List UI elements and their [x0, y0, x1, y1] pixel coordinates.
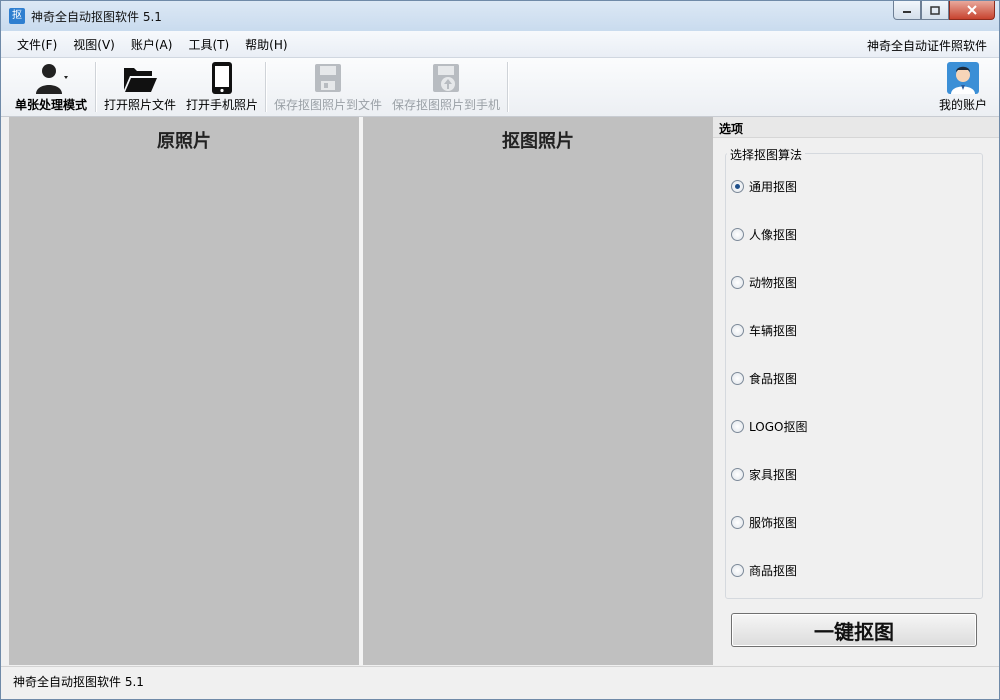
open-phone-photo-button[interactable]: 打开手机照片 — [183, 58, 261, 116]
radio-label: 通用抠图 — [749, 179, 798, 194]
radio-label: 动物抠图 — [749, 275, 798, 290]
toolbar-separator — [507, 62, 509, 112]
radio-logo[interactable]: LOGO抠图 — [731, 417, 807, 435]
maximize-icon — [930, 5, 940, 15]
app-icon: 抠 — [9, 8, 25, 24]
radio-label: 家具抠图 — [749, 467, 798, 482]
radio-general[interactable]: 通用抠图 — [731, 177, 797, 195]
toolbar: 单张处理模式 打开照片文件 打开手机照片 保存抠图照片到文件 保存抠图照片到手机… — [1, 58, 999, 117]
radio-button[interactable] — [731, 419, 744, 433]
save-upload-icon — [433, 64, 459, 92]
radio-label: 人像抠图 — [749, 227, 798, 242]
title-bar[interactable]: 抠 神奇全自动抠图软件 5.1 — [1, 1, 999, 31]
open-photo-file-button[interactable]: 打开照片文件 — [101, 58, 179, 116]
cutout-photo-panel[interactable]: 抠图照片 — [363, 117, 713, 665]
algorithm-group-title: 选择抠图算法 — [727, 146, 806, 163]
app-window: 抠 神奇全自动抠图软件 5.1 文件(F) 视图(V) 账户(A) 工具(T) … — [0, 0, 1000, 700]
cutout-photo-title: 抠图照片 — [502, 131, 574, 152]
radio-animal[interactable]: 动物抠图 — [731, 273, 797, 291]
radio-button[interactable] — [731, 563, 744, 577]
close-icon — [967, 5, 977, 15]
phone-icon — [212, 62, 232, 94]
radio-label: 服饰抠图 — [749, 515, 798, 530]
radio-clothing[interactable]: 服饰抠图 — [731, 513, 797, 531]
status-bar: 神奇全自动抠图软件 5.1 — [1, 666, 999, 699]
single-mode-label: 单张处理模式 — [14, 98, 87, 112]
options-header-label: 选项 — [719, 122, 744, 136]
maximize-button[interactable] — [921, 1, 949, 20]
radio-furniture[interactable]: 家具抠图 — [731, 465, 797, 483]
avatar-icon — [947, 62, 979, 94]
open-photo-file-label: 打开照片文件 — [103, 98, 176, 112]
my-account-label: 我的账户 — [938, 98, 987, 112]
radio-button[interactable] — [731, 275, 744, 289]
window-title: 神奇全自动抠图软件 5.1 — [31, 10, 162, 24]
open-phone-photo-label: 打开手机照片 — [185, 98, 258, 112]
menu-bar: 文件(F) 视图(V) 账户(A) 工具(T) 帮助(H) 神奇全自动证件照软件 — [1, 31, 999, 58]
one-click-cutout-button[interactable]: 一键抠图 — [731, 613, 977, 647]
menu-account[interactable]: 账户(A) — [123, 36, 181, 53]
radio-label: 食品抠图 — [749, 371, 798, 386]
radio-button[interactable] — [731, 515, 744, 529]
my-account-button[interactable]: 我的账户 — [933, 58, 993, 116]
radio-button[interactable] — [731, 467, 744, 481]
options-header: 选项 — [713, 117, 999, 138]
minimize-icon — [903, 11, 911, 13]
original-photo-panel[interactable]: 原照片 — [9, 117, 359, 665]
toolbar-separator — [265, 62, 267, 112]
radio-product[interactable]: 商品抠图 — [731, 561, 797, 579]
radio-button[interactable] — [731, 371, 744, 385]
radio-label: LOGO抠图 — [749, 419, 808, 434]
radio-food[interactable]: 食品抠图 — [731, 369, 797, 387]
original-photo-title: 原照片 — [157, 131, 211, 152]
save-to-phone-button[interactable]: 保存抠图照片到手机 — [389, 58, 503, 116]
status-text: 神奇全自动抠图软件 5.1 — [13, 675, 144, 689]
save-to-phone-label: 保存抠图照片到手机 — [391, 98, 500, 112]
radio-vehicle[interactable]: 车辆抠图 — [731, 321, 797, 339]
folder-open-icon — [124, 68, 157, 92]
radio-button[interactable] — [731, 227, 744, 241]
id-photo-software-link[interactable]: 神奇全自动证件照软件 — [867, 37, 987, 54]
options-panel: 选项 选择抠图算法 通用抠图 人像抠图 动物抠图 车辆抠图 食品抠图 LOGO抠… — [713, 117, 999, 665]
menu-view[interactable]: 视图(V) — [65, 36, 123, 53]
radio-button[interactable] — [731, 323, 744, 337]
radio-label: 车辆抠图 — [749, 323, 798, 338]
single-mode-button[interactable]: 单张处理模式 — [9, 58, 93, 116]
window-controls — [893, 1, 995, 21]
radio-label: 商品抠图 — [749, 563, 798, 578]
save-to-file-button[interactable]: 保存抠图照片到文件 — [271, 58, 385, 116]
user-icon — [36, 64, 68, 94]
minimize-button[interactable] — [893, 1, 921, 20]
save-disk-icon — [315, 64, 341, 92]
menu-tools[interactable]: 工具(T) — [180, 36, 237, 53]
close-button[interactable] — [949, 1, 995, 20]
menu-help[interactable]: 帮助(H) — [237, 36, 295, 53]
radio-button-checked[interactable] — [731, 179, 744, 193]
toolbar-separator — [95, 62, 97, 112]
save-to-file-label: 保存抠图照片到文件 — [273, 98, 382, 112]
radio-portrait[interactable]: 人像抠图 — [731, 225, 797, 243]
menu-file[interactable]: 文件(F) — [9, 36, 65, 53]
